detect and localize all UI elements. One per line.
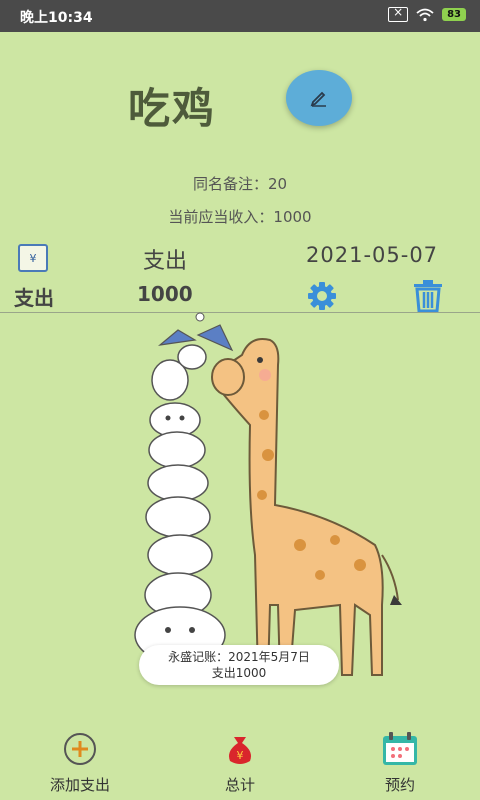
- trash-icon[interactable]: [410, 280, 446, 312]
- pencil-icon: [310, 91, 326, 107]
- status-time: 晚上10:34: [20, 10, 93, 26]
- receivable-amount: 当前应当收入：1000: [168, 208, 312, 226]
- tab-total[interactable]: ¥ 总计: [190, 730, 290, 795]
- record-amount: 1000: [137, 282, 193, 306]
- wifi-icon: [416, 8, 434, 21]
- record-type: 支出: [143, 249, 188, 274]
- battery-indicator: 83: [442, 8, 466, 21]
- tab-reservation-label: 预约: [384, 776, 415, 794]
- status-icons: 83: [388, 5, 466, 22]
- add-circle-icon: [64, 733, 96, 765]
- bottom-nav: 添加支出 ¥ 总计 预约: [0, 730, 480, 800]
- edit-button[interactable]: [286, 70, 352, 126]
- tab-add-expense[interactable]: 添加支出: [30, 730, 130, 795]
- status-bar: 晚上10:34 83: [0, 0, 480, 32]
- money-bag-icon: ¥: [229, 737, 251, 764]
- tab-add-expense-label: 添加支出: [49, 776, 110, 794]
- sim-icon: [388, 5, 409, 22]
- svg-text:¥: ¥: [237, 749, 244, 762]
- tab-total-label: 总计: [224, 776, 255, 794]
- toast-line-2: 支出1000: [211, 666, 267, 680]
- record-header-row: ¥ 支出 2021-05-07: [0, 240, 480, 274]
- calendar-icon: [383, 732, 417, 765]
- record-date[interactable]: 2021-05-07: [306, 243, 438, 267]
- page-title: 吃鸡: [128, 84, 217, 133]
- yen-wallet-icon: ¥: [18, 244, 48, 272]
- toast-message: 永盛记账：2021年5月7日 支出1000: [139, 645, 339, 685]
- same-name-note: 同名备注：20: [192, 175, 288, 193]
- tab-reservation[interactable]: 预约: [350, 730, 450, 795]
- giraffe-drawing: [211, 338, 402, 676]
- giraffe-bunny-illustration: [134, 312, 402, 676]
- bun-stack-drawing: [134, 402, 226, 664]
- toast-line-1: 永盛记账：2021年5月7日: [168, 650, 310, 664]
- record-label: 支出: [14, 286, 54, 310]
